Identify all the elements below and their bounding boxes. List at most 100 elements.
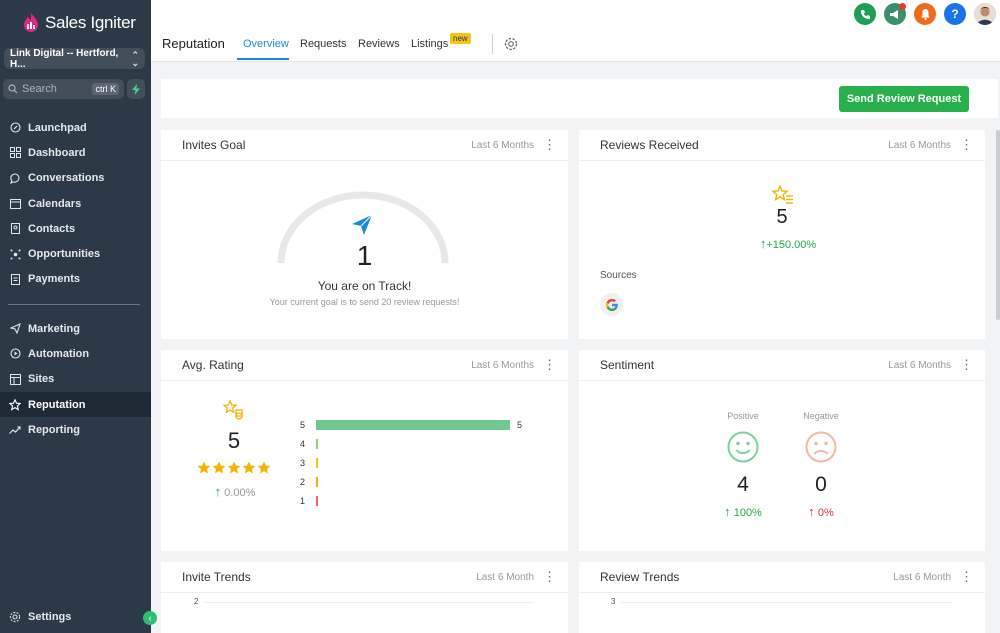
help-button[interactable]: ?	[944, 3, 966, 25]
brand-logo[interactable]: Sales Igniter	[22, 11, 136, 35]
grid-icon	[9, 147, 21, 159]
avatar[interactable]	[974, 3, 996, 25]
scrollbar-thumb[interactable]	[996, 130, 1000, 320]
rating-bar-value: 5	[517, 420, 523, 430]
gear-icon	[504, 37, 518, 51]
chevron-updown-icon: ⌃ ⌄	[131, 49, 139, 68]
sidebar-item-label: Sites	[28, 373, 55, 386]
negative-label: Negative	[803, 411, 839, 421]
star-icon	[242, 461, 256, 474]
y-axis-tick: 3	[611, 597, 616, 606]
card-title: Reviews Received	[600, 138, 699, 152]
more-options-icon[interactable]: ⋮	[960, 570, 973, 583]
phone-button[interactable]	[854, 3, 876, 25]
more-options-icon[interactable]: ⋮	[543, 138, 556, 151]
sidebar-item-calendars[interactable]: Calendars	[0, 191, 151, 216]
card-title: Invite Trends	[182, 570, 251, 584]
arrow-up-icon: ↑	[214, 484, 222, 499]
reviews-count: 5	[776, 206, 788, 228]
card-title: Review Trends	[600, 570, 680, 584]
gridline	[204, 602, 534, 603]
page-title: Reputation	[162, 36, 225, 51]
sidebar-item-conversations[interactable]: Conversations	[0, 166, 151, 191]
sidebar-item-label: Dashboard	[28, 146, 86, 159]
more-options-icon[interactable]: ⋮	[543, 358, 556, 371]
positive-label: Positive	[727, 411, 759, 421]
card-header: Avg. Rating Last 6 Months ⋮	[161, 350, 568, 381]
card-title: Sentiment	[600, 358, 655, 372]
rating-bar-row: 1	[300, 495, 325, 507]
sidebar-item-label: Settings	[28, 610, 72, 623]
tab-divider	[492, 34, 493, 54]
sidebar-item-dashboard[interactable]: Dashboard	[0, 140, 151, 165]
sidebar-item-automation[interactable]: Automation	[0, 341, 151, 366]
avg-rating-value: 5	[227, 428, 241, 453]
rating-bar-label: 2	[300, 477, 306, 487]
date-range-label[interactable]: Last 6 Month	[893, 572, 951, 583]
card-title: Avg. Rating	[182, 358, 244, 372]
date-range-label[interactable]: Last 6 Months	[471, 140, 534, 151]
payments-icon	[9, 273, 21, 285]
y-axis-tick: 2	[194, 597, 199, 606]
rating-bar	[316, 439, 318, 449]
rating-bar-label: 5	[300, 420, 306, 430]
more-options-icon[interactable]: ⋮	[960, 358, 973, 371]
nav-primary: Launchpad Dashboard Conversations Calend…	[0, 115, 151, 292]
sidebar-item-sites[interactable]: Sites	[0, 367, 151, 392]
tab-overview[interactable]: Overview	[243, 38, 289, 50]
gear-icon	[9, 611, 21, 623]
frown-icon	[805, 431, 837, 466]
bolt-icon	[132, 83, 140, 95]
rating-stars	[197, 461, 271, 475]
sidebar-item-reputation[interactable]: Reputation	[0, 391, 151, 418]
goal-note: Your current goal is to send 20 review r…	[269, 297, 460, 307]
top-bar: Reputation Overview Requests Reviews Lis…	[151, 0, 1000, 62]
sidebar-item-label: Launchpad	[28, 121, 87, 134]
more-options-icon[interactable]: ⋮	[960, 138, 973, 151]
sidebar-item-reporting[interactable]: Reporting	[0, 417, 151, 442]
tab-reviews[interactable]: Reviews	[358, 38, 400, 50]
date-range-label[interactable]: Last 6 Months	[888, 360, 951, 371]
nav-footer: Settings	[0, 604, 151, 629]
send-icon	[9, 323, 21, 335]
sentiment-card: Sentiment Last 6 Months ⋮ Positive 4 ↑ 1…	[579, 350, 985, 551]
announcements-button[interactable]	[884, 3, 906, 25]
positive-change: ↑ 100%	[713, 504, 773, 519]
star-list-icon	[771, 184, 794, 208]
reputation-settings-button[interactable]	[504, 37, 518, 54]
sidebar-item-contacts[interactable]: Contacts	[0, 216, 151, 241]
sites-icon	[9, 373, 21, 385]
sidebar-item-settings[interactable]: Settings	[0, 604, 151, 629]
rating-bar-row: 3	[300, 457, 325, 469]
send-review-request-button[interactable]: Send Review Request	[839, 86, 969, 112]
header-actions: ?	[854, 3, 996, 25]
date-range-label[interactable]: Last 6 Months	[471, 360, 534, 371]
rating-bar-row: 2	[300, 476, 325, 488]
date-range-label[interactable]: Last 6 Month	[476, 572, 534, 583]
rating-bar-label: 3	[300, 458, 306, 468]
review-trends-card: Review Trends Last 6 Month ⋮ 3	[579, 562, 985, 633]
sidebar-item-marketing[interactable]: Marketing	[0, 316, 151, 341]
rating-bar	[316, 458, 318, 468]
avg-rating-change-value: 0.00%	[224, 487, 256, 499]
megaphone-icon	[890, 9, 898, 19]
location-switcher[interactable]: Link Digital -- Hertford, H... ⌃ ⌄	[4, 48, 145, 70]
collapse-sidebar-button[interactable]: ‹	[143, 611, 157, 625]
tab-listings[interactable]: Listings	[411, 38, 448, 50]
invites-count: 1	[356, 240, 373, 271]
card-title: Invites Goal	[182, 138, 246, 152]
google-source-button[interactable]	[600, 293, 623, 316]
more-options-icon[interactable]: ⋮	[543, 570, 556, 583]
sidebar-item-payments[interactable]: Payments	[0, 267, 151, 292]
sidebar-item-opportunities[interactable]: Opportunities	[0, 241, 151, 266]
tab-requests[interactable]: Requests	[300, 38, 346, 50]
sidebar-item-launchpad[interactable]: Launchpad	[0, 115, 151, 140]
invite-trends-card: Invite Trends Last 6 Month ⋮ 2	[161, 562, 568, 633]
negative-change: ↑ 0%	[791, 504, 851, 519]
notifications-button[interactable]	[914, 3, 936, 25]
avg-rating-card: Avg. Rating Last 6 Months ⋮ 5 ↑ 0.00% 5 5…	[161, 350, 568, 551]
date-range-label[interactable]: Last 6 Months	[888, 140, 951, 151]
quick-actions-button[interactable]	[127, 79, 145, 99]
search-placeholder: Search	[22, 83, 57, 95]
search-input[interactable]: Search ctrl K	[3, 79, 124, 99]
